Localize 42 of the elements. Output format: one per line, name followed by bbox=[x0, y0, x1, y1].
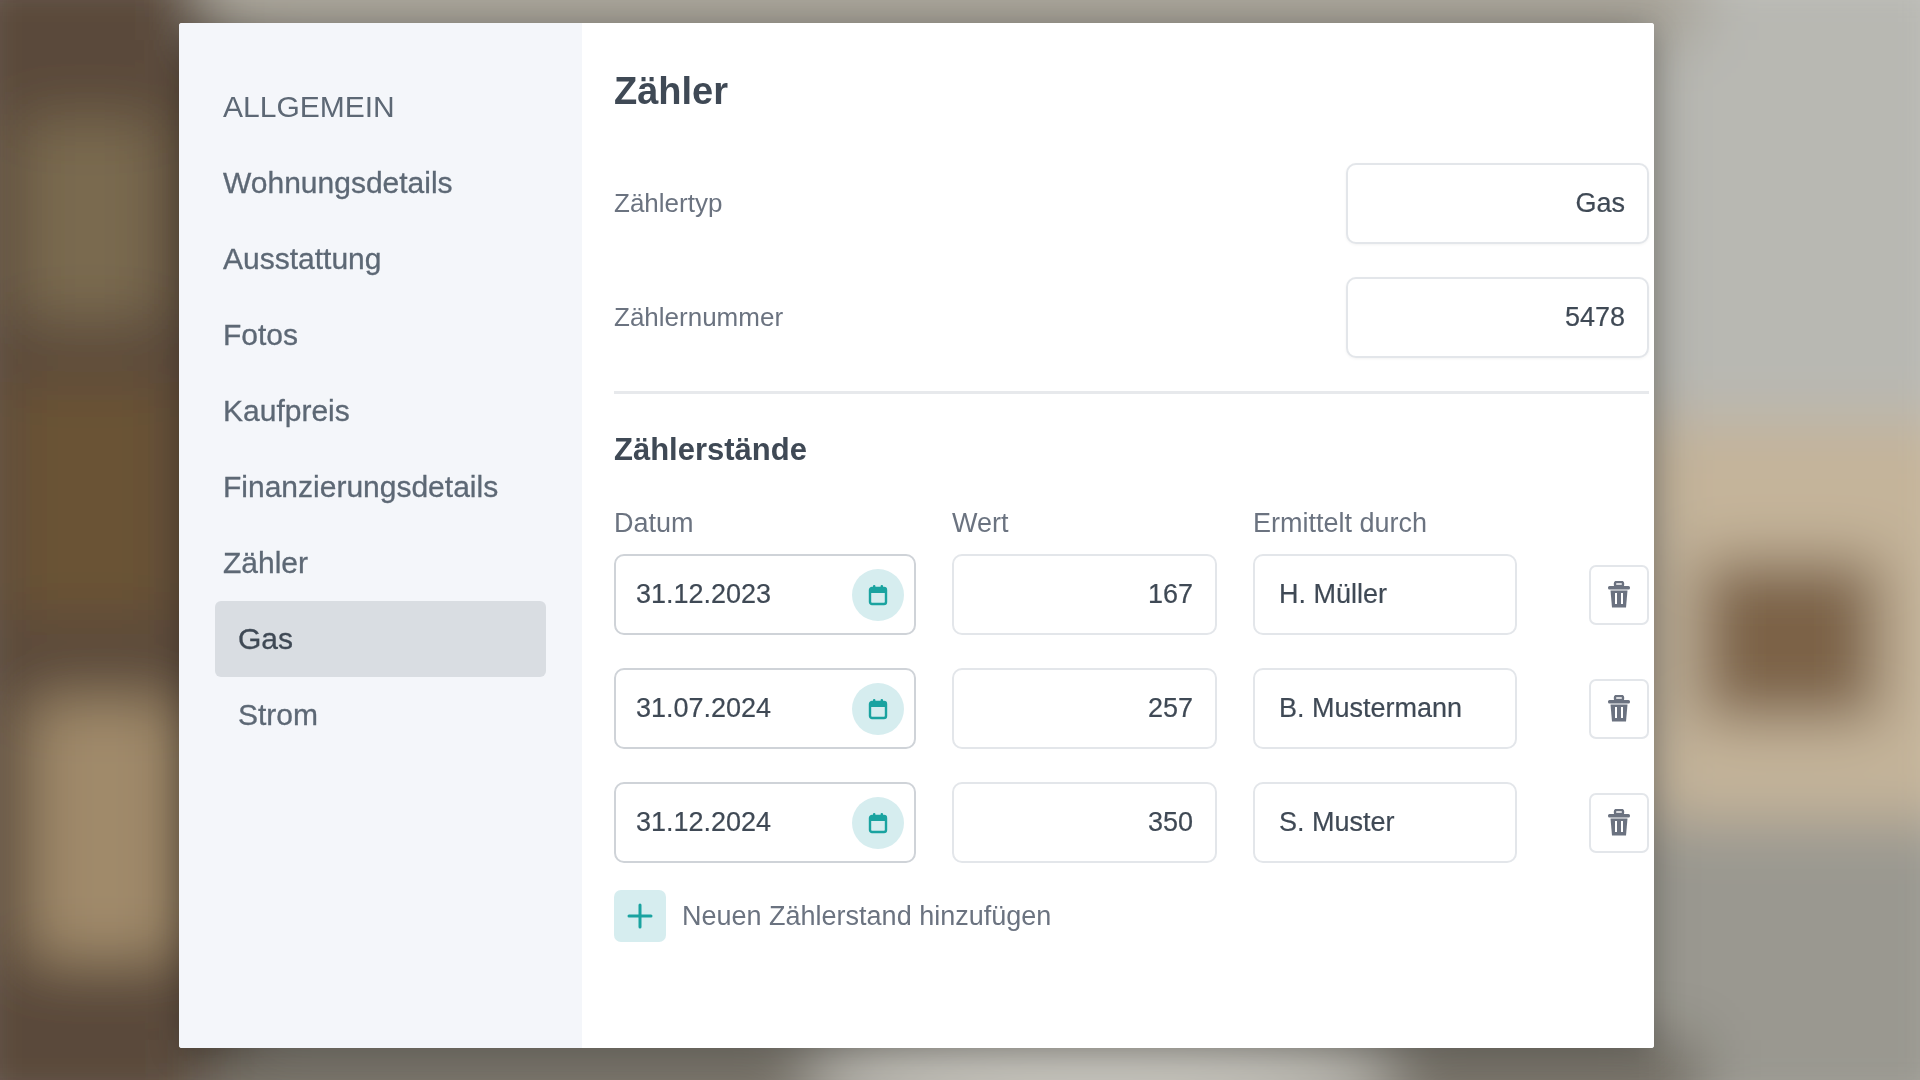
section-title: Zählerstände bbox=[614, 431, 808, 469]
section-heading: ALLGEMEIN bbox=[223, 89, 396, 125]
calendar-icon bbox=[868, 811, 888, 834]
input-field[interactable]: 257 bbox=[952, 668, 1217, 749]
nav-item[interactable]: Ausstattung bbox=[223, 221, 546, 297]
input-field[interactable]: S. Muster bbox=[1253, 782, 1517, 863]
add-button[interactable] bbox=[614, 890, 666, 942]
page-title: Zähler bbox=[614, 69, 730, 114]
nav-item[interactable]: Wohnungsdetails bbox=[223, 145, 546, 221]
calendar-button[interactable] bbox=[852, 568, 904, 621]
add-link[interactable]: Neuen Zählerstand hinzufügen bbox=[682, 900, 1052, 932]
date-field[interactable]: 31.07.2024 bbox=[614, 668, 916, 749]
nav-item[interactable]: Gas bbox=[215, 601, 546, 677]
plus-icon bbox=[626, 902, 654, 930]
column-header: Ermittelt durch bbox=[1253, 507, 1429, 539]
date-field[interactable]: 31.12.2023 bbox=[614, 554, 916, 635]
input-field[interactable]: B. Mustermann bbox=[1253, 668, 1517, 749]
nav-item[interactable]: Strom bbox=[215, 677, 546, 753]
nav-item[interactable]: Zähler bbox=[223, 525, 546, 601]
delete-button[interactable] bbox=[1589, 564, 1649, 625]
trash-icon bbox=[1607, 694, 1631, 723]
field-label: Zählertyp bbox=[614, 188, 723, 219]
input-field[interactable]: 350 bbox=[952, 782, 1217, 863]
column-header: Wert bbox=[952, 507, 1010, 539]
calendar-button[interactable] bbox=[852, 682, 904, 735]
input-field[interactable]: 167 bbox=[952, 554, 1217, 635]
input-field[interactable]: H. Müller bbox=[1253, 554, 1517, 635]
date-field[interactable]: 31.12.2024 bbox=[614, 782, 916, 863]
nav-item[interactable]: Kaufpreis bbox=[223, 373, 546, 449]
calendar-icon bbox=[868, 583, 888, 606]
nav-item[interactable]: Finanzierungsdetails bbox=[223, 449, 546, 525]
trash-icon bbox=[1607, 580, 1631, 609]
trash-icon bbox=[1607, 808, 1631, 837]
calendar-icon bbox=[868, 697, 888, 720]
delete-button[interactable] bbox=[1589, 792, 1649, 853]
field-label: Zählernummer bbox=[614, 302, 784, 333]
delete-button[interactable] bbox=[1589, 678, 1649, 739]
calendar-button[interactable] bbox=[852, 796, 904, 849]
input-field[interactable]: Gas bbox=[1346, 163, 1649, 244]
input-field[interactable]: 5478 bbox=[1346, 277, 1649, 358]
nav-item[interactable]: Fotos bbox=[223, 297, 546, 373]
column-header: Datum bbox=[614, 507, 695, 539]
